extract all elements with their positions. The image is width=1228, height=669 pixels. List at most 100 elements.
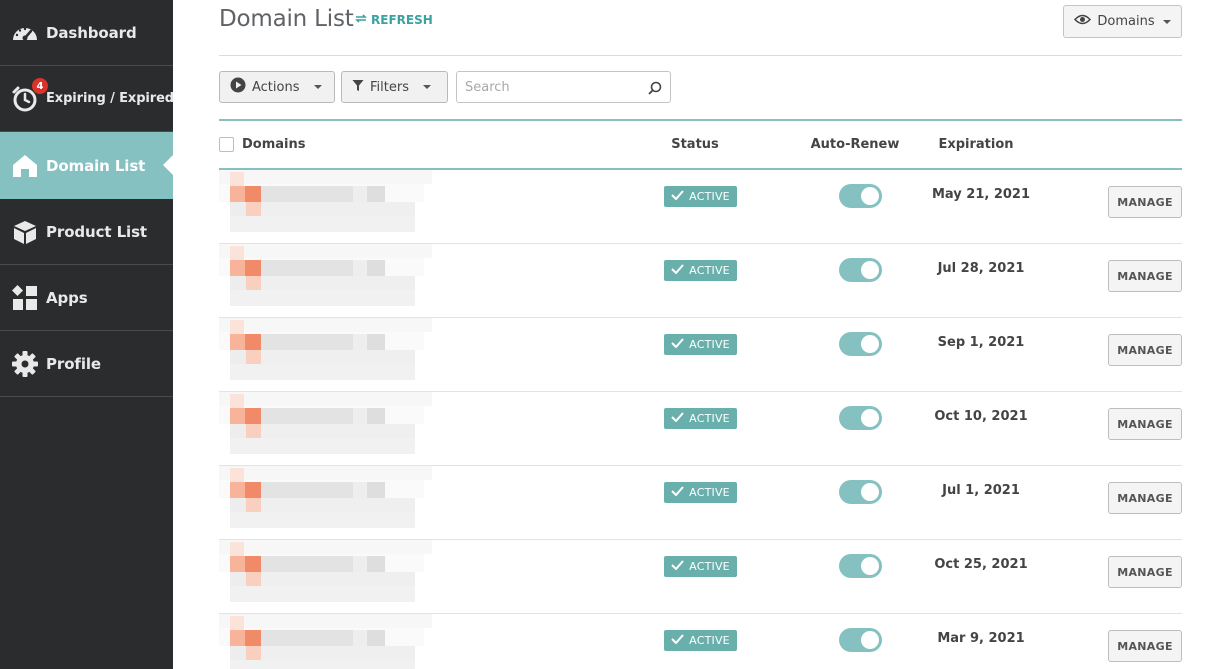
filters-button[interactable]: Filters [341, 71, 448, 103]
manage-button[interactable]: MANAGE [1108, 408, 1182, 440]
status-label: ACTIVE [689, 190, 730, 203]
status-badge: ACTIVE [664, 630, 737, 651]
checkmark-icon [671, 560, 684, 573]
column-header-expiration[interactable]: Expiration [926, 137, 1026, 152]
redacted-domain-name[interactable] [214, 318, 434, 384]
sidebar-item-domain-list[interactable]: Domain List [0, 132, 173, 199]
checkmark-icon [671, 264, 684, 277]
auto-renew-toggle[interactable] [839, 184, 882, 208]
auto-renew-toggle[interactable] [839, 258, 882, 282]
expiration-date: Jul 28, 2021 [937, 261, 1025, 276]
manage-button[interactable]: MANAGE [1108, 334, 1182, 366]
manage-button[interactable]: MANAGE [1108, 630, 1182, 662]
status-badge: ACTIVE [664, 334, 737, 355]
redacted-domain-name[interactable] [214, 614, 434, 669]
table-row: ACTIVE Jul 28, 2021 MANAGE [214, 244, 1182, 318]
status-label: ACTIVE [689, 338, 730, 351]
view-dropdown[interactable]: Domains [1063, 5, 1182, 38]
expiration-date: Jul 1, 2021 [942, 483, 1020, 498]
refresh-button[interactable]: REFRESH [355, 13, 433, 27]
divider [219, 55, 1182, 56]
sidebar-item-expiring[interactable]: 4 Expiring / Expired [0, 66, 175, 132]
filter-icon [352, 79, 364, 96]
status-badge: ACTIVE [664, 186, 737, 207]
manage-button[interactable]: MANAGE [1108, 482, 1182, 514]
house-icon [11, 152, 39, 180]
auto-renew-toggle[interactable] [839, 554, 882, 578]
status-badge: ACTIVE [664, 408, 737, 429]
checkmark-icon [671, 634, 684, 647]
checkmark-icon [671, 190, 684, 203]
expiration-date: Oct 10, 2021 [934, 409, 1028, 424]
search-input[interactable] [457, 72, 637, 102]
gear-icon [11, 350, 39, 378]
table-row: ACTIVE Mar 9, 2021 MANAGE [214, 614, 1182, 669]
checkmark-icon [671, 486, 684, 499]
table-row: ACTIVE May 21, 2021 MANAGE [214, 170, 1182, 244]
sidebar-item-product-list[interactable]: Product List [0, 199, 173, 265]
sidebar-item-dashboard[interactable]: Dashboard [0, 0, 173, 66]
chevron-down-icon [1162, 19, 1171, 24]
auto-renew-toggle[interactable] [839, 406, 882, 430]
manage-button[interactable]: MANAGE [1108, 556, 1182, 588]
checkmark-icon [671, 338, 684, 351]
expiration-date: Mar 9, 2021 [937, 631, 1025, 646]
status-label: ACTIVE [689, 264, 730, 277]
play-circle-icon [230, 77, 246, 97]
manage-button[interactable]: MANAGE [1108, 186, 1182, 218]
auto-renew-toggle[interactable] [839, 332, 882, 356]
select-all-checkbox[interactable] [219, 137, 234, 152]
auto-renew-toggle[interactable] [839, 628, 882, 652]
auto-renew-toggle[interactable] [839, 480, 882, 504]
sidebar-item-label: Expiring / Expired [46, 91, 175, 106]
sidebar-item-label: Profile [46, 354, 101, 373]
filters-label: Filters [370, 79, 409, 95]
status-badge: ACTIVE [664, 556, 737, 577]
column-header-domains[interactable]: Domains [242, 137, 306, 152]
actions-button[interactable]: Actions [219, 71, 335, 103]
table-header-border [219, 119, 1182, 121]
sidebar-item-label: Apps [46, 288, 88, 307]
box-icon [11, 218, 39, 246]
refresh-icon [355, 13, 367, 27]
expiration-date: Oct 25, 2021 [934, 557, 1028, 572]
speedometer-icon [11, 19, 39, 47]
status-label: ACTIVE [689, 634, 730, 647]
status-badge: ACTIVE [664, 260, 737, 281]
view-dropdown-label: Domains [1097, 14, 1155, 29]
status-label: ACTIVE [689, 412, 730, 425]
expiration-date: May 21, 2021 [931, 187, 1031, 202]
status-badge: ACTIVE [664, 482, 737, 503]
eye-icon [1074, 14, 1092, 29]
table-row: ACTIVE Oct 25, 2021 MANAGE [214, 540, 1182, 614]
table-row: ACTIVE Sep 1, 2021 MANAGE [214, 318, 1182, 392]
redacted-domain-name[interactable] [214, 170, 434, 236]
status-label: ACTIVE [689, 486, 730, 499]
refresh-label: REFRESH [371, 13, 433, 27]
sidebar-item-apps[interactable]: Apps [0, 265, 173, 331]
sidebar-item-label: Domain List [46, 156, 146, 175]
search-icon[interactable] [648, 80, 662, 99]
redacted-domain-name[interactable] [214, 540, 434, 606]
redacted-domain-name[interactable] [214, 392, 434, 458]
sidebar-item-profile[interactable]: Profile [0, 331, 173, 397]
search-box [456, 71, 671, 103]
chevron-down-icon [422, 85, 431, 89]
table-row: ACTIVE Oct 10, 2021 MANAGE [214, 392, 1182, 466]
expiration-date: Sep 1, 2021 [937, 335, 1025, 350]
redacted-domain-name[interactable] [214, 244, 434, 310]
sidebar-item-label: Product List [46, 222, 147, 241]
page-title: Domain List [219, 6, 354, 32]
checkmark-icon [671, 412, 684, 425]
column-header-auto-renew[interactable]: Auto-Renew [805, 137, 905, 152]
redacted-domain-name[interactable] [214, 466, 434, 532]
status-label: ACTIVE [689, 560, 730, 573]
chevron-down-icon [313, 85, 322, 89]
sidebar: Dashboard 4 Expiring / Expired Domain Li… [0, 0, 175, 669]
actions-label: Actions [252, 79, 300, 95]
manage-button[interactable]: MANAGE [1108, 260, 1182, 292]
sidebar-item-label: Dashboard [46, 23, 137, 42]
column-header-status[interactable]: Status [664, 137, 726, 152]
apps-grid-icon [11, 284, 39, 312]
table-row: ACTIVE Jul 1, 2021 MANAGE [214, 466, 1182, 540]
